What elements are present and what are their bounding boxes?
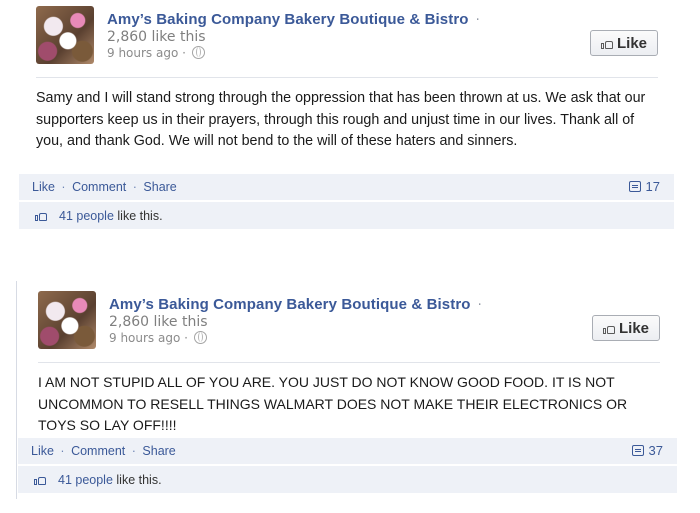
post-actions-bar: Like · Comment · Share 17 [19, 174, 674, 200]
comment-icon [631, 445, 644, 456]
thumbs-up-icon [34, 474, 46, 485]
thumbs-up-icon [600, 38, 613, 49]
post-meta: 9 hours ago · [107, 46, 527, 60]
separator-dot: · [475, 13, 480, 28]
like-link[interactable]: Like [32, 180, 55, 194]
likes-summary: 41 people like this. [18, 466, 677, 493]
page-likes-count: 2,860 like this [109, 314, 208, 330]
separator-dot: · [61, 180, 66, 194]
comment-icon [628, 181, 641, 192]
like-page-button[interactable]: Like [590, 30, 658, 56]
share-link[interactable]: Share [143, 180, 176, 194]
comment-link[interactable]: Comment [72, 180, 126, 194]
like-suffix: like this. [117, 209, 163, 223]
divider [38, 362, 660, 363]
page-avatar[interactable] [36, 6, 94, 64]
post-message: Samy and I will stand strong through the… [36, 90, 646, 149]
separator-dot: · [60, 444, 65, 458]
people-like-link[interactable]: 41 people [58, 473, 113, 487]
thumbs-up-icon [602, 323, 615, 334]
globe-icon[interactable] [193, 331, 207, 344]
comment-link[interactable]: Comment [71, 444, 125, 458]
thumbs-up-icon [35, 210, 47, 221]
timestamp-link[interactable]: 9 hours ago [107, 46, 178, 60]
post-header: Amy’s Baking Company Bakery Boutique & B… [109, 294, 529, 345]
page-likes-count: 2,860 like this [107, 29, 206, 45]
page-avatar[interactable] [38, 291, 96, 349]
post-header: Amy’s Baking Company Bakery Boutique & B… [107, 9, 527, 60]
page-name-link[interactable]: Amy’s Baking Company Bakery Boutique & B… [107, 11, 469, 28]
page-name-link[interactable]: Amy’s Baking Company Bakery Boutique & B… [109, 296, 471, 313]
like-button-label: Like [618, 319, 649, 337]
post: Amy’s Baking Company Bakery Boutique & B… [16, 281, 677, 499]
separator-dot: · [182, 46, 186, 60]
timestamp-link[interactable]: 9 hours ago [109, 331, 180, 345]
separator-dot: · [131, 444, 136, 458]
share-link[interactable]: Share [142, 444, 175, 458]
people-like-link[interactable]: 41 people [59, 209, 114, 223]
post: Amy’s Baking Company Bakery Boutique & B… [19, 0, 674, 229]
globe-icon[interactable] [191, 46, 205, 59]
divider [36, 77, 658, 78]
post-message: I AM NOT STUPID ALL OF YOU ARE. YOU JUST… [38, 374, 628, 433]
likes-summary: 41 people like this. [19, 202, 674, 229]
comment-count-value: 37 [648, 443, 663, 458]
comment-count[interactable]: 37 [631, 443, 663, 458]
separator-dot: · [477, 298, 482, 313]
like-page-button[interactable]: Like [592, 315, 660, 341]
comment-count-value: 17 [645, 179, 660, 194]
separator-dot: · [132, 180, 137, 194]
post-meta: 9 hours ago · [109, 331, 529, 345]
comment-count[interactable]: 17 [628, 179, 660, 194]
separator-dot: · [184, 331, 188, 345]
like-link[interactable]: Like [31, 444, 54, 458]
like-suffix: like this. [116, 473, 162, 487]
like-button-label: Like [616, 34, 647, 52]
post-actions-bar: Like · Comment · Share 37 [18, 438, 677, 464]
